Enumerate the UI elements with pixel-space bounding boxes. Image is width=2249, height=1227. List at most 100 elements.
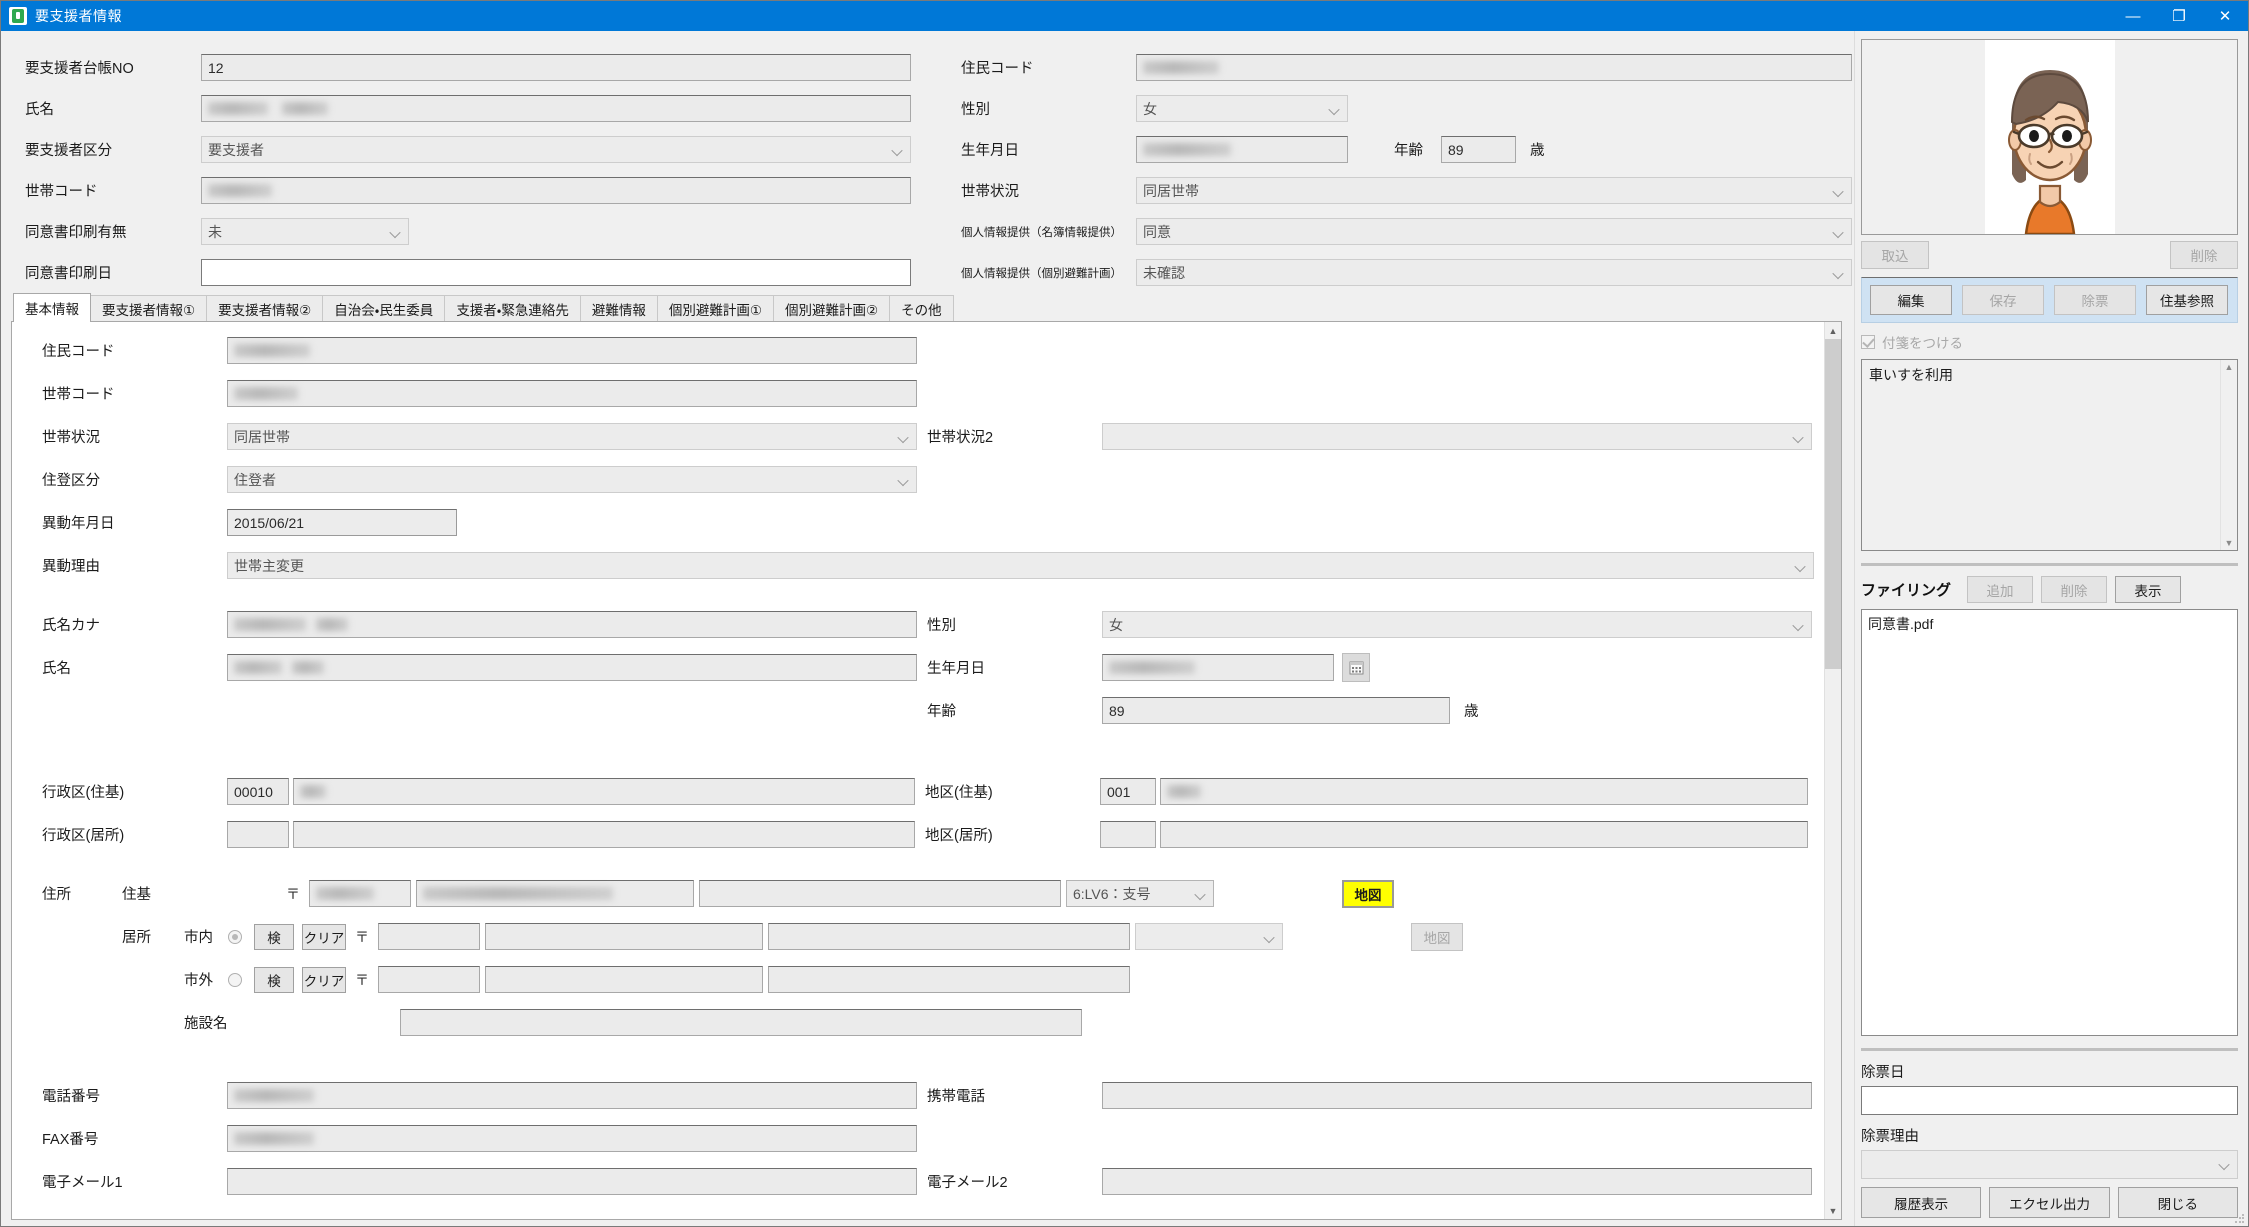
tab-other[interactable]: その他 [889, 295, 954, 321]
remove-record-button[interactable]: 除票 [2054, 285, 2136, 315]
combo-household-status-top[interactable]: 同居世帯 [1136, 177, 1852, 204]
combo-change-reason[interactable]: 世帯主変更 [227, 552, 1814, 579]
input-outside-address-detail[interactable] [768, 966, 1130, 993]
input-name-basic[interactable] [227, 654, 917, 681]
combo-pi-provision-roster[interactable]: 同意 [1136, 218, 1852, 245]
map-button-juki[interactable]: 地図 [1342, 879, 1394, 908]
search-button-outside[interactable]: 検 [254, 966, 294, 993]
combo-household-status2[interactable] [1102, 423, 1812, 450]
input-district-kyosho-code[interactable] [1100, 821, 1156, 848]
input-change-date[interactable]: 2015/06/21 [227, 509, 457, 536]
memo-scrollbar[interactable]: ▲ ▼ [2220, 360, 2237, 550]
input-juki-zip[interactable] [309, 880, 411, 907]
combo-pi-provision-plan[interactable]: 未確認 [1136, 259, 1852, 286]
input-mobile[interactable] [1102, 1082, 1812, 1109]
combo-removal-reason[interactable] [1861, 1150, 2238, 1179]
import-photo-button[interactable]: 取込 [1861, 241, 1929, 269]
input-district-kyosho-name[interactable] [1160, 821, 1808, 848]
tab-individual-evac-plan-2[interactable]: 個別避難計画② [773, 295, 891, 321]
input-household-code-basic[interactable] [227, 380, 917, 407]
combo-support-class[interactable]: 要支援者 [201, 136, 911, 163]
tag-checkbox[interactable] [1861, 335, 1875, 349]
minimize-icon[interactable]: — [2110, 1, 2156, 31]
filing-delete-button[interactable]: 削除 [2041, 576, 2108, 603]
input-household-code[interactable] [201, 177, 911, 204]
close-button[interactable]: 閉じる [2117, 1187, 2238, 1218]
input-removal-date[interactable] [1861, 1086, 2238, 1115]
tab-supporter-emergency-contact[interactable]: 支援者・緊急連絡先 [444, 295, 581, 321]
calendar-icon[interactable] [1342, 653, 1370, 682]
edit-button[interactable]: 編集 [1870, 285, 1952, 315]
input-ledger-no[interactable]: 12 [201, 54, 911, 81]
tab-evacuation-info[interactable]: 避難情報 [579, 295, 658, 321]
excel-export-button[interactable]: エクセル出力 [1989, 1187, 2110, 1218]
memo-box[interactable]: 車いすを利用 ▲ ▼ [1861, 359, 2238, 551]
input-admin-district-juki-code[interactable]: 00010 [227, 778, 289, 805]
input-facility-name[interactable] [400, 1009, 1082, 1036]
history-button[interactable]: 履歴表示 [1861, 1187, 1982, 1218]
input-birthdate-basic[interactable] [1102, 654, 1334, 681]
save-button[interactable]: 保存 [1962, 285, 2044, 315]
input-district-juki-name[interactable] [1160, 778, 1808, 805]
juki-reference-button[interactable]: 住基参照 [2146, 285, 2228, 315]
input-outside-address[interactable] [485, 966, 763, 993]
input-inside-address[interactable] [485, 923, 763, 950]
input-admin-district-kyosho-name[interactable] [293, 821, 915, 848]
filing-view-button[interactable]: 表示 [2115, 576, 2182, 603]
input-juki-address[interactable] [416, 880, 694, 907]
input-resident-code-top[interactable] [1136, 54, 1852, 81]
input-birthdate-top[interactable] [1136, 136, 1348, 163]
filing-file-list[interactable]: 同意書.pdf [1861, 609, 2238, 1036]
input-fax[interactable] [227, 1125, 917, 1152]
input-juki-address-detail[interactable] [699, 880, 1061, 907]
tab-individual-evac-plan-1[interactable]: 個別避難計画① [656, 295, 775, 321]
scrollbar-thumb[interactable] [1825, 339, 1841, 669]
input-email2[interactable] [1102, 1168, 1812, 1195]
combo-address-level-inside[interactable] [1135, 923, 1283, 950]
scroll-up-icon[interactable]: ▲ [1824, 322, 1841, 339]
input-name[interactable] [201, 95, 911, 122]
combo-consent-print-flag[interactable]: 未 [201, 218, 409, 245]
filing-add-button[interactable]: 追加 [1967, 576, 2034, 603]
memo-scroll-up-icon[interactable]: ▲ [2225, 362, 2234, 372]
input-outside-zip[interactable] [378, 966, 480, 993]
clear-button-inside[interactable]: クリア [302, 923, 346, 950]
combo-address-level[interactable]: 6:LV6：支号 [1066, 880, 1214, 907]
combo-resident-class[interactable]: 住登者 [227, 466, 917, 493]
input-inside-address-detail[interactable] [768, 923, 1130, 950]
tab-support-info-2[interactable]: 要支援者情報② [206, 295, 324, 321]
input-admin-district-kyosho-code[interactable] [227, 821, 289, 848]
tab-neighborhood-welfare[interactable]: 自治会・民生委員 [322, 295, 446, 321]
maximize-icon[interactable]: ❐ [2156, 1, 2202, 31]
list-item[interactable]: 同意書.pdf [1868, 614, 2231, 634]
map-button-kyosho[interactable]: 地図 [1411, 922, 1463, 951]
input-name-kana[interactable] [227, 611, 917, 638]
delete-photo-button[interactable]: 削除 [2170, 241, 2238, 269]
input-consent-print-date[interactable] [201, 259, 911, 286]
tag-checkbox-row[interactable]: 付箋をつける [1861, 332, 2238, 352]
combo-gender-top[interactable]: 女 [1136, 95, 1348, 122]
tab-basic-info[interactable]: 基本情報 [13, 293, 91, 322]
input-district-juki-code[interactable]: 001 [1100, 778, 1156, 805]
postal-mark-icon-inside: 〒 [355, 928, 369, 945]
radio-outside-city[interactable] [228, 972, 242, 987]
close-icon[interactable]: ✕ [2202, 1, 2248, 31]
input-email1[interactable] [227, 1168, 917, 1195]
input-age-basic[interactable]: 89 [1102, 697, 1450, 724]
input-phone[interactable] [227, 1082, 917, 1109]
combo-household-status[interactable]: 同居世帯 [227, 423, 917, 450]
resize-grip-icon[interactable] [2234, 1213, 2246, 1225]
input-admin-district-juki-name[interactable] [293, 778, 915, 805]
combo-gender-basic[interactable]: 女 [1102, 611, 1812, 638]
scroll-down-icon[interactable]: ▼ [1824, 1202, 1841, 1219]
memo-text[interactable]: 車いすを利用 [1862, 360, 2220, 550]
clear-button-outside[interactable]: クリア [302, 966, 346, 993]
input-inside-zip[interactable] [378, 923, 480, 950]
input-age-top[interactable]: 89 [1441, 136, 1516, 163]
memo-scroll-down-icon[interactable]: ▼ [2225, 538, 2234, 548]
form-scrollbar[interactable]: ▲ ▼ [1824, 322, 1841, 1219]
search-button-inside[interactable]: 検 [254, 923, 294, 950]
input-resident-code[interactable] [227, 337, 917, 364]
radio-inside-city[interactable] [228, 929, 242, 944]
tab-support-info-1[interactable]: 要支援者情報① [90, 295, 208, 321]
